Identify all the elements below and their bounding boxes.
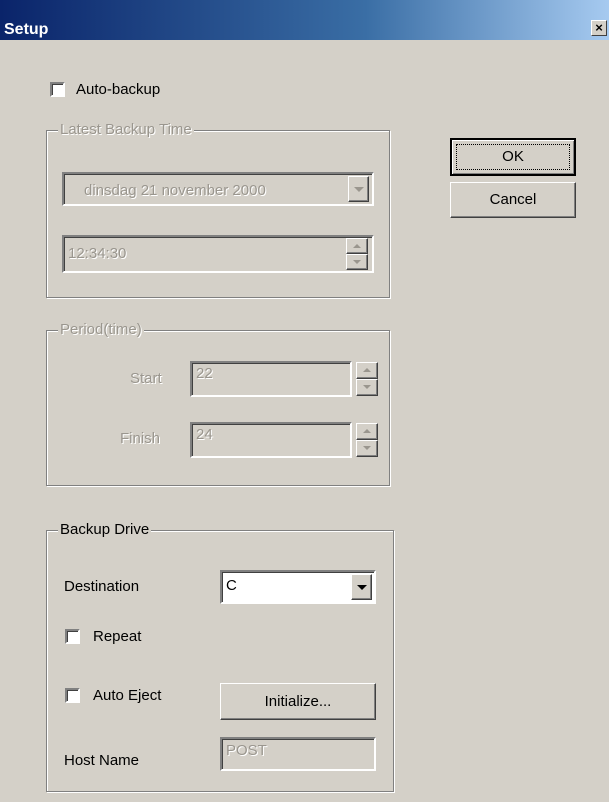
backup-time-value: 12:34:30 [68,245,127,262]
repeat-checkbox[interactable] [65,629,80,644]
cancel-label: Cancel [489,191,537,208]
spin-down-icon [363,385,371,389]
chevron-down-icon [357,585,367,590]
initialize-label: Initialize... [264,693,332,710]
backup-time-field[interactable]: 12:34:30 [62,235,374,273]
start-value: 22 [196,365,213,382]
spin-up-icon [363,429,371,433]
start-label: Start [130,370,162,387]
close-button[interactable]: × [591,20,607,36]
cancel-button[interactable]: Cancel [450,182,576,218]
time-spin-down[interactable] [346,254,368,270]
destination-dropdown-button[interactable] [351,574,372,600]
destination-label: Destination [64,578,140,595]
auto-backup-label: Auto-backup [76,81,161,98]
start-field[interactable]: 22 [190,361,352,397]
spin-down-icon [363,446,371,450]
ok-button[interactable]: OK [450,138,576,176]
auto-eject-label: Auto Eject [93,687,162,704]
spin-up-icon [363,368,371,372]
date-dropdown-button[interactable] [348,176,369,202]
backup-date-picker[interactable]: dinsdag 21 november 2000 [62,172,374,206]
period-legend: Period(time) [58,321,144,338]
spin-up-icon [353,244,361,248]
destination-value: C [226,577,237,594]
backup-drive-legend: Backup Drive [58,521,152,538]
spin-down-icon [353,260,361,264]
repeat-label: Repeat [93,628,142,645]
window-title: Setup [4,21,49,38]
start-spin-down[interactable] [356,379,378,396]
host-name-field[interactable]: POST [220,737,376,771]
auto-eject-checkbox[interactable] [65,688,80,703]
initialize-button[interactable]: Initialize... [220,683,376,720]
start-spin-up[interactable] [356,362,378,379]
close-icon: × [595,20,603,35]
backup-date-value: dinsdag 21 november 2000 [84,182,266,199]
finish-label: Finish [120,430,161,447]
finish-field[interactable]: 24 [190,422,352,458]
host-name-label: Host Name [64,752,140,769]
finish-spin-up[interactable] [356,423,378,440]
time-spin-up[interactable] [346,238,368,254]
finish-spin-down[interactable] [356,440,378,457]
finish-value: 24 [196,426,213,443]
latest-backup-legend: Latest Backup Time [58,121,194,138]
host-name-value: POST [226,742,267,759]
auto-backup-checkbox[interactable] [50,82,65,97]
title-bar[interactable] [0,0,609,40]
period-group [46,330,390,486]
chevron-down-icon [354,187,364,192]
ok-label: OK [502,148,524,165]
